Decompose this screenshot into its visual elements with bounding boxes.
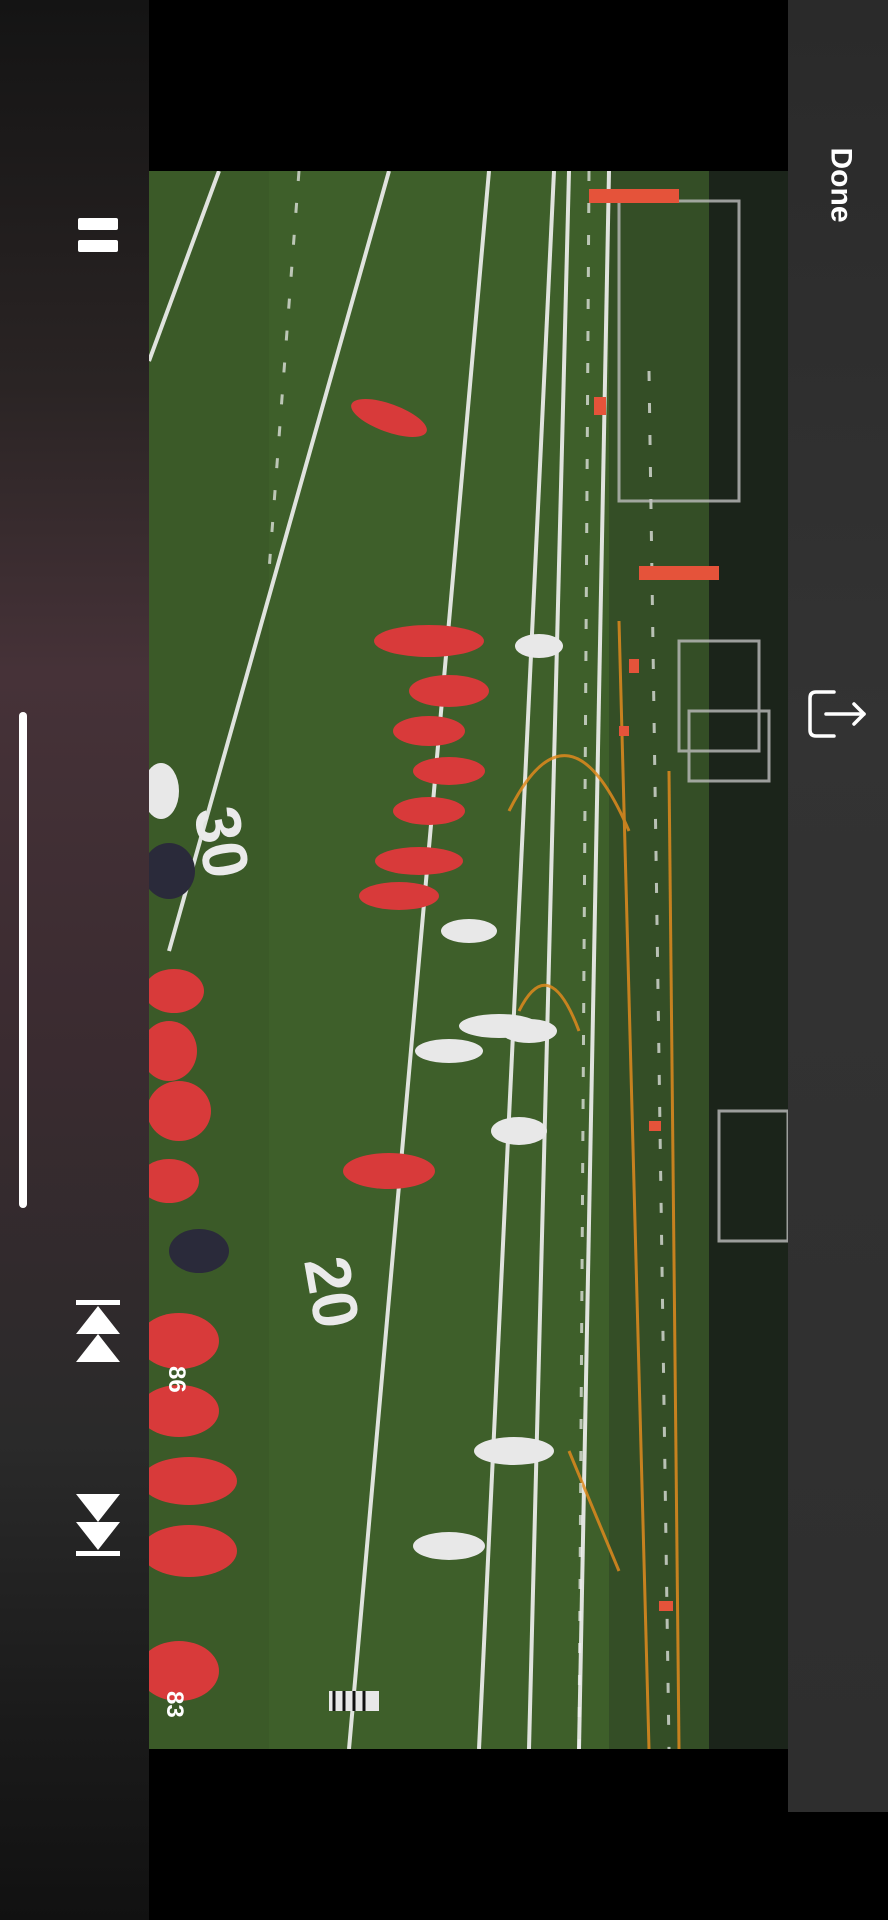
done-label: Done bbox=[824, 147, 857, 223]
skip-back-icon bbox=[76, 1300, 120, 1362]
bottom-strip bbox=[788, 1812, 888, 1920]
done-button[interactable]: Done bbox=[800, 147, 880, 223]
volume-fill bbox=[19, 712, 27, 1208]
jersey-number-83: 83 bbox=[161, 1691, 188, 1718]
jersey-number-86: 86 bbox=[163, 1366, 190, 1393]
volume-slider[interactable] bbox=[16, 712, 30, 1208]
pause-icon bbox=[78, 218, 118, 252]
skip-forward-button[interactable] bbox=[72, 1488, 124, 1560]
skip-forward-icon bbox=[76, 1494, 120, 1556]
skip-back-button[interactable] bbox=[72, 1296, 124, 1368]
pause-button[interactable] bbox=[70, 212, 126, 260]
right-control-panel bbox=[788, 0, 888, 1812]
football-field-video: 30 20 86 83 bbox=[149, 171, 788, 1749]
share-button[interactable] bbox=[806, 686, 870, 742]
yard-number-20: 20 bbox=[290, 1251, 373, 1334]
video-frame[interactable]: 30 20 86 83 bbox=[149, 171, 788, 1749]
share-icon bbox=[808, 690, 866, 738]
